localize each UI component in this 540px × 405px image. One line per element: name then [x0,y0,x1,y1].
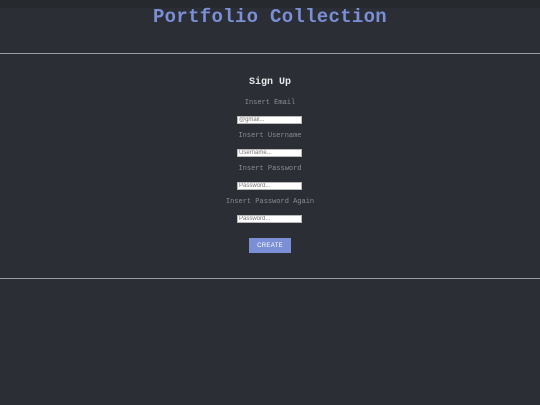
signup-title: Sign Up [248,77,291,88]
header-divider [0,53,540,54]
email-label: Insert Email [244,99,296,107]
footer-divider [0,278,540,279]
password-again-input[interactable] [237,215,302,223]
create-button[interactable]: CREATE [249,238,291,253]
password-input[interactable] [237,182,302,190]
site-title: Portfolio Collection [152,6,388,28]
username-label: Insert Username [238,132,302,140]
username-input[interactable] [237,149,302,157]
password-label: Insert Password [238,165,302,173]
email-input[interactable] [237,116,302,124]
password-again-label: Insert Password Again [225,198,315,206]
